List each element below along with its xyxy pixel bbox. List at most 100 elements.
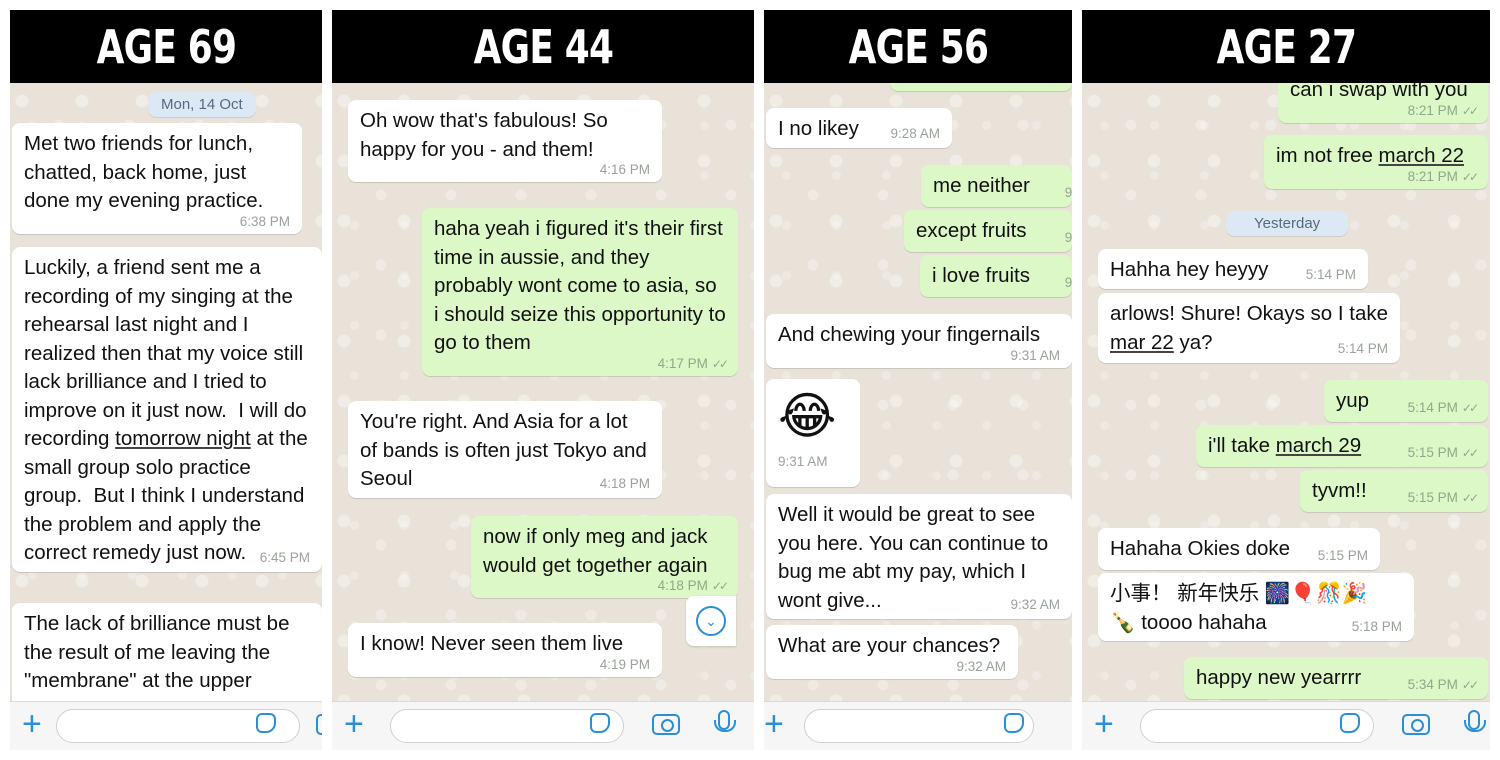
message-time: 5:18 PM — [1351, 619, 1402, 634]
chat-panel-age-44: AGE 44 Oh wow that's fabulous! So happy … — [332, 10, 754, 750]
plus-icon[interactable]: + — [22, 707, 42, 741]
message-bubble-outgoing[interactable]: now if only meg and jack would get toget… — [471, 516, 738, 598]
message-time: 9: — [1064, 275, 1072, 290]
read-receipt-icon: ✓✓ — [1461, 169, 1479, 184]
message-input-bar: + — [332, 701, 754, 750]
camera-icon[interactable] — [1402, 714, 1430, 735]
message-time: 8:21 PM ✓✓ — [1407, 102, 1479, 118]
message-bubble-incoming[interactable]: The lack of brilliance must be the resul… — [12, 603, 322, 702]
message-bubble-outgoing[interactable]: haha yeah i figured it's their first tim… — [422, 208, 738, 376]
message-link[interactable]: march 22 — [1379, 144, 1464, 167]
message-bubble-incoming[interactable]: Well it would be great to see you here. … — [766, 494, 1072, 619]
message-text: except fruits — [916, 219, 1027, 242]
message-text: The lack of brilliance must be the resul… — [24, 612, 296, 692]
sticker-icon[interactable] — [590, 713, 610, 733]
camera-icon[interactable] — [652, 714, 680, 735]
message-input-field[interactable] — [1140, 709, 1374, 743]
message-time: 4:18 PM ✓✓ — [657, 578, 729, 593]
message-input-field[interactable] — [390, 709, 624, 743]
chat-area[interactable]: I no likey 9:28 AM me neither 9: except … — [764, 83, 1072, 702]
message-bubble-outgoing[interactable]: except fruits 9: — [904, 210, 1072, 252]
message-bubble-outgoing[interactable] — [890, 83, 1072, 91]
message-time: 5:14 PM — [1305, 267, 1356, 282]
read-receipt-icon: ✓✓ — [1461, 678, 1479, 692]
message-bubble-incoming[interactable]: Luckily, a friend sent me a recording of… — [12, 247, 322, 572]
message-bubble-incoming[interactable]: You're right. And Asia for a lot of band… — [348, 401, 662, 498]
sticker-icon[interactable] — [1340, 713, 1360, 733]
message-link[interactable]: tomorrow night — [115, 427, 251, 450]
camera-icon[interactable] — [316, 714, 322, 735]
message-bubble-incoming[interactable]: And chewing your fingernails 9:31 AM — [766, 314, 1072, 368]
sticker-icon[interactable] — [256, 713, 276, 733]
message-text: Oh wow that's fabulous! So happy for you… — [360, 109, 614, 161]
message-time: 5:15 PM ✓✓ — [1407, 490, 1479, 505]
message-bubble-incoming[interactable]: I no likey 9:28 AM — [766, 108, 952, 148]
message-bubble-incoming[interactable]: Hahha hey heyyy 5:14 PM — [1098, 249, 1368, 289]
microphone-icon[interactable] — [1464, 710, 1486, 732]
date-chip: Yesterday — [1226, 211, 1349, 236]
chat-panel-age-69: AGE 69 Mon, 14 Oct Met two friends for l… — [10, 10, 322, 750]
message-bubble-incoming[interactable]: Met two friends for lunch, chatted, back… — [12, 123, 302, 234]
panel-header: AGE 56 — [764, 10, 1072, 83]
message-time: 4:18 PM — [599, 475, 650, 491]
message-bubble-outgoing[interactable]: happy new yearrrr 5:34 PM ✓✓ — [1184, 657, 1488, 699]
plus-icon[interactable]: + — [344, 707, 364, 741]
message-time: 9:32 AM — [1010, 597, 1060, 612]
message-bubble-incoming[interactable]: What are your chances? 9:32 AM — [766, 625, 1018, 679]
message-bubble-outgoing[interactable]: i'll take march 29 5:15 PM ✓✓ — [1196, 425, 1488, 467]
message-bubble-outgoing[interactable]: can i swap with you 8:21 PM ✓✓ — [1278, 83, 1488, 123]
message-time: 6:45 PM — [259, 549, 310, 565]
message-time: 4:16 PM — [599, 162, 650, 177]
read-receipt-icon: ✓✓ — [711, 579, 729, 593]
read-receipt-icon: ✓✓ — [1461, 446, 1479, 460]
sticker-icon[interactable] — [1004, 713, 1024, 733]
message-text: im not free march 22 — [1276, 144, 1465, 167]
panel-header: AGE 27 — [1082, 10, 1490, 83]
chat-panel-age-27: AGE 27 can i swap with you 8:21 PM ✓✓ im … — [1082, 10, 1490, 750]
message-bubble-incoming[interactable]: 😂 9:31 AM — [766, 379, 860, 487]
message-time: 5:14 PM — [1337, 341, 1388, 356]
message-bubble-outgoing[interactable]: i love fruits 9: — [920, 255, 1072, 297]
message-time: 5:15 PM ✓✓ — [1407, 445, 1479, 460]
message-time: 8:21 PM ✓✓ — [1407, 168, 1479, 184]
read-receipt-icon: ✓✓ — [1461, 401, 1479, 415]
message-bubble-incoming[interactable]: 小事！ 新年快乐 🎆🎈🎊🎉 🍾 toooo hahaha 5:18 PM — [1098, 573, 1414, 641]
microphone-icon[interactable] — [714, 710, 736, 732]
plus-icon[interactable]: + — [1094, 707, 1114, 741]
message-time: 5:34 PM ✓✓ — [1407, 677, 1479, 692]
message-text: Luckily, a friend sent me a recording of… — [24, 256, 314, 564]
message-bubble-outgoing[interactable]: tyvm!! 5:15 PM ✓✓ — [1300, 470, 1488, 512]
message-text: I know! Never seen them live — [360, 632, 624, 655]
scroll-to-bottom-button[interactable]: ⌄ — [686, 596, 736, 646]
message-text: i love fruits — [932, 264, 1030, 287]
message-time: 9: — [1064, 185, 1072, 200]
message-input-field[interactable] — [804, 709, 1034, 743]
message-bubble-outgoing[interactable]: yup 5:14 PM ✓✓ — [1324, 380, 1488, 422]
message-time: 9:32 AM — [956, 658, 1006, 674]
message-time: 9:31 AM — [778, 454, 828, 469]
message-input-bar: + — [1082, 701, 1490, 750]
message-time: 5:15 PM — [1317, 548, 1368, 563]
message-text: And chewing your fingernails — [778, 323, 1041, 346]
chat-area[interactable]: can i swap with you 8:21 PM ✓✓ im not fre… — [1082, 83, 1490, 702]
chat-area[interactable]: Oh wow that's fabulous! So happy for you… — [332, 83, 754, 702]
message-bubble-incoming[interactable]: Hahaha Okies doke 5:15 PM — [1098, 528, 1380, 570]
read-receipt-icon: ✓✓ — [1461, 491, 1479, 505]
message-bubble-outgoing[interactable]: me neither 9: — [921, 165, 1072, 207]
message-time: 4:17 PM ✓✓ — [657, 355, 729, 371]
message-time: 9:28 AM — [890, 126, 940, 141]
message-bubble-incoming[interactable]: I know! Never seen them live 4:19 PM — [348, 623, 662, 677]
message-link[interactable]: mar 22 — [1110, 331, 1174, 354]
message-text: now if only meg and jack would get toget… — [483, 525, 714, 577]
message-text: haha yeah i figured it's their first tim… — [434, 217, 732, 354]
message-link[interactable]: march 29 — [1276, 434, 1361, 457]
message-time: 6:38 PM — [239, 213, 290, 229]
panel-header: AGE 44 — [332, 10, 754, 83]
message-time: 9: — [1064, 230, 1072, 245]
message-bubble-outgoing[interactable]: im not free march 22 8:21 PM ✓✓ — [1264, 135, 1488, 189]
chat-area[interactable]: Mon, 14 Oct Met two friends for lunch, c… — [10, 83, 322, 702]
message-bubble-incoming[interactable]: arlows! Shure! Okays so I take mar 22 ya… — [1098, 293, 1400, 363]
message-time: 9:31 AM — [1010, 347, 1060, 363]
plus-icon[interactable]: + — [764, 707, 784, 741]
message-bubble-incoming[interactable]: Oh wow that's fabulous! So happy for you… — [348, 100, 662, 182]
